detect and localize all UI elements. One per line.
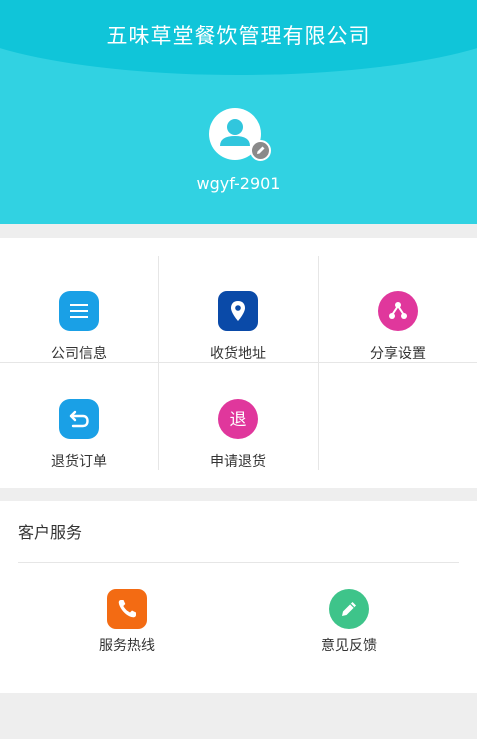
- service-hotline-button[interactable]: 服务热线: [27, 589, 227, 669]
- grid-divider: [0, 362, 477, 363]
- svg-text:退: 退: [230, 410, 247, 430]
- customer-service-section: 客户服务 服务热线 意见反馈: [0, 501, 477, 693]
- edit-avatar-button[interactable]: [250, 140, 271, 161]
- menu-item-apply-return[interactable]: 退 申请退货: [159, 364, 317, 471]
- company-title: 五味草堂餐饮管理有限公司: [106, 24, 371, 48]
- menu-item-return-orders[interactable]: 退货订单: [0, 364, 158, 471]
- section-divider: [18, 562, 459, 563]
- menu-item-shipping-address[interactable]: 收货地址: [159, 256, 317, 363]
- menu-item-label: 公司信息: [51, 346, 107, 362]
- share-icon: [378, 291, 418, 331]
- menu-item-label: 分享设置: [370, 346, 426, 362]
- list-icon: [59, 291, 99, 331]
- feedback-button[interactable]: 意见反馈: [249, 589, 449, 669]
- grid-divider: [158, 256, 159, 470]
- location-pin-icon: [218, 291, 258, 331]
- menu-item-label: 收货地址: [210, 346, 266, 362]
- service-item-label: 服务热线: [99, 638, 155, 654]
- menu-item-company-info[interactable]: 公司信息: [0, 256, 158, 363]
- username: wgyf-2901: [196, 174, 281, 193]
- menu-item-label: 申请退货: [210, 454, 266, 470]
- pencil-icon: [257, 146, 265, 154]
- pencil-icon: [329, 589, 369, 629]
- menu-item-share-settings[interactable]: 分享设置: [319, 256, 477, 363]
- section-title: 客户服务: [18, 523, 83, 542]
- menu-item-label: 退货订单: [51, 454, 107, 470]
- service-item-label: 意见反馈: [321, 638, 377, 654]
- grid-divider: [318, 256, 319, 470]
- return-char-icon: 退: [218, 399, 258, 439]
- phone-icon: [107, 589, 147, 629]
- menu-grid: 公司信息 收货地址 分享设置 退货订单 退 申请退货: [0, 238, 477, 488]
- return-arrow-icon: [59, 399, 99, 439]
